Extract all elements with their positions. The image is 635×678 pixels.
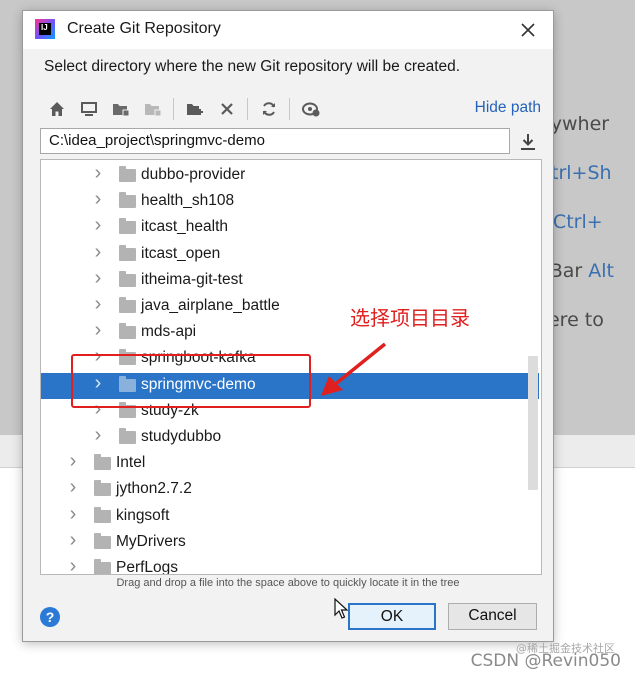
folder-icon [94, 532, 111, 549]
module-folder-icon [145, 104, 162, 117]
tree-row-label: java_airplane_battle [141, 297, 280, 314]
tip-shortcut: Alt [588, 260, 614, 282]
tree-scrollbar[interactable] [528, 356, 538, 490]
tree-row-label: mds-api [141, 323, 197, 341]
toolbar: Hide path [41, 95, 541, 123]
home-icon [50, 102, 64, 116]
mouse-cursor-icon [334, 598, 348, 619]
tree-row[interactable]: › kingsoft [41, 504, 539, 530]
folder-icon [119, 323, 136, 340]
close-icon [521, 23, 535, 37]
tree-row-label: health_sh108 [141, 192, 235, 210]
chevron-right-icon[interactable]: › [91, 215, 105, 235]
refresh-icon [263, 102, 275, 116]
chevron-right-icon[interactable]: › [91, 163, 105, 183]
tree-row[interactable]: › itheima-git-test [41, 268, 539, 294]
toolbar-separator [173, 98, 174, 120]
module-folder-button[interactable] [141, 97, 165, 121]
tree-row-label: itheima-git-test [141, 270, 243, 288]
tree-row-label: jython2.7.2 [116, 480, 192, 498]
show-hidden-icon [302, 102, 320, 117]
tree-row-label: PerfLogs [116, 559, 179, 575]
folder-icon [119, 428, 136, 444]
tree-row[interactable]: › health_sh108 [41, 189, 539, 215]
desktop-button[interactable] [77, 97, 101, 121]
hide-path-link[interactable]: Hide path [475, 99, 541, 117]
tree-row[interactable]: › studydubbo [41, 425, 539, 451]
chevron-right-icon[interactable]: › [66, 477, 80, 497]
title-bar: IJ Create Git Repository [23, 11, 553, 49]
folder-icon [94, 480, 111, 497]
folder-icon [119, 166, 136, 182]
tree-row-label: itcast_health [141, 218, 229, 236]
project-folder-button[interactable] [109, 97, 133, 121]
folder-icon [94, 454, 111, 471]
chevron-right-icon[interactable]: › [91, 242, 105, 262]
tree-row[interactable]: › jython2.7.2 [41, 477, 539, 503]
chevron-right-icon[interactable]: › [91, 294, 105, 314]
new-folder-icon [187, 104, 203, 115]
help-button[interactable]: ? [40, 607, 60, 627]
tree-row[interactable]: › MyDrivers [41, 530, 539, 556]
tree-row-label: itcast_open [141, 244, 221, 262]
tree-row-label: Intel [116, 454, 146, 472]
path-input[interactable]: C:\idea_project\springmvc-demo [40, 128, 510, 154]
dialog-prompt: Select directory where the new Git repos… [44, 58, 461, 75]
folder-icon [94, 506, 111, 523]
tree-row[interactable]: › Intel [41, 451, 539, 477]
new-folder-button[interactable] [183, 97, 207, 121]
tree-row-label: MyDrivers [116, 532, 186, 550]
folder-icon [94, 559, 111, 574]
folder-icon [119, 297, 136, 313]
delete-icon [221, 103, 233, 115]
ok-button[interactable]: OK [348, 603, 436, 630]
delete-button[interactable] [215, 97, 239, 121]
chevron-right-icon[interactable]: › [91, 268, 105, 288]
dialog-title: Create Git Repository [67, 20, 221, 37]
annotation-text: 选择项目目录 [350, 306, 470, 330]
chevron-right-icon[interactable]: › [91, 425, 105, 445]
chevron-right-icon[interactable]: › [66, 556, 80, 574]
tree-row[interactable]: › itcast_open [41, 242, 539, 268]
desktop-icon [81, 102, 97, 116]
cancel-button[interactable]: Cancel [448, 603, 537, 630]
toolbar-separator [289, 98, 290, 120]
tip-shortcut: Ctrl+ [552, 211, 603, 233]
folder-icon [119, 244, 136, 261]
chevron-right-icon[interactable]: › [66, 451, 80, 471]
folder-icon [119, 192, 136, 209]
annotation-highlight-box [71, 354, 311, 408]
tree-row[interactable]: › PerfLogs [41, 556, 539, 575]
folder-icon [119, 270, 136, 287]
project-folder-icon [113, 104, 130, 117]
folder-icon [119, 218, 136, 235]
download-icon [521, 134, 535, 150]
intellij-icon: IJ [35, 19, 55, 39]
chevron-right-icon[interactable]: › [66, 530, 80, 550]
close-button[interactable] [515, 17, 541, 43]
home-button[interactable] [45, 97, 69, 121]
locate-path-button[interactable] [516, 130, 540, 154]
toolbar-separator [247, 98, 248, 120]
csdn-watermark: CSDN @Revin050 [470, 651, 621, 671]
chevron-right-icon[interactable]: › [91, 189, 105, 209]
tree-row[interactable]: › dubbo-provider [41, 163, 539, 189]
drag-drop-hint: Drag and drop a file into the space abov… [116, 577, 460, 589]
tree-row-label: dubbo-provider [141, 166, 246, 183]
refresh-button[interactable] [257, 97, 281, 121]
chevron-right-icon[interactable]: › [91, 320, 105, 340]
tree-row[interactable]: › itcast_health [41, 215, 539, 241]
chevron-right-icon[interactable]: › [66, 504, 80, 524]
show-hidden-button[interactable] [299, 97, 323, 121]
create-git-repository-dialog: IJ Create Git Repository Select director… [22, 10, 554, 642]
tree-row-label: kingsoft [116, 506, 170, 524]
annotation-arrow-icon [321, 342, 387, 396]
tree-row-label: studydubbo [141, 428, 222, 445]
